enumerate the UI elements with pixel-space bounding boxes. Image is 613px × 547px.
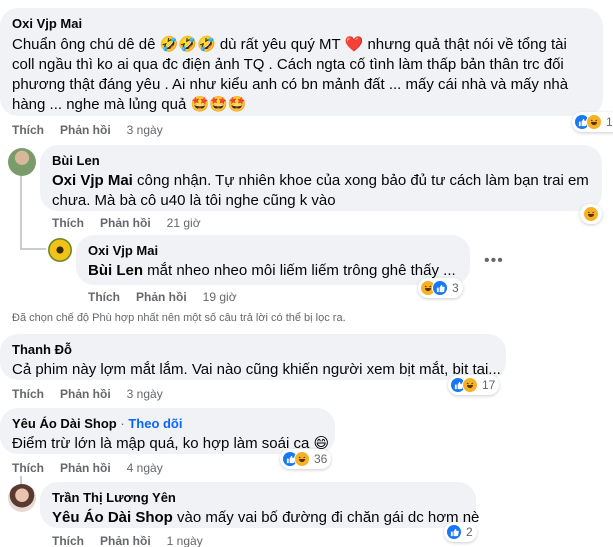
comment-bubble: Yêu Áo Dài Shop · Theo dõi Điểm trừ lớn …	[0, 408, 335, 454]
comment-author[interactable]: Oxi Vjp Mai	[88, 243, 458, 259]
reaction-count: 17	[482, 378, 496, 392]
thread-line	[20, 248, 46, 250]
more-options-icon[interactable]: •••	[484, 252, 504, 270]
avatar[interactable]	[8, 484, 36, 512]
reaction-count: 2	[466, 525, 473, 539]
comment-author[interactable]: Oxi Vjp Mai	[12, 16, 591, 32]
comment-actions: Thích Phản hồi 4 ngày	[12, 461, 163, 475]
reply-button[interactable]: Phản hồi	[100, 216, 151, 230]
comment-bubble: Trần Thị Lương Yên Yêu Áo Dài Shop vào m…	[40, 482, 479, 528]
like-button[interactable]: Thích	[52, 534, 84, 547]
comment-bubble: Thanh Đỗ Cả phim này lợm mắt lắm. Vai nà…	[0, 334, 506, 380]
comment-author[interactable]: Yêu Áo Dài Shop	[12, 416, 117, 431]
avatar[interactable]	[8, 148, 36, 176]
like-button[interactable]: Thích	[12, 123, 44, 137]
reaction-summary[interactable]: 3	[418, 278, 463, 298]
comment-actions: Thích Phản hồi 19 giờ	[88, 290, 237, 304]
comment-time[interactable]: 1 ngày	[167, 534, 203, 547]
reaction-summary[interactable]: 16	[572, 112, 613, 132]
mention-tag[interactable]: Yêu Áo Dài Shop	[52, 509, 173, 526]
like-button[interactable]: Thích	[12, 461, 44, 475]
comment-author[interactable]: Thanh Đỗ	[12, 342, 494, 358]
haha-reaction-icon	[583, 206, 599, 222]
comment-actions: Thích Phản hồi 3 ngày	[12, 123, 163, 137]
reply-button[interactable]: Phản hồi	[136, 290, 187, 304]
comment-bubble: Bùi Len Oxi Vjp Mai công nhận. Tự nhiên …	[40, 145, 602, 211]
comment-bubble: Oxi Vjp Mai Chuẩn ông chú dê dê 🤣🤣🤣 dù r…	[0, 8, 603, 116]
reply-button[interactable]: Phản hồi	[60, 387, 111, 401]
comment-actions: Thích Phản hồi 21 giờ	[52, 216, 201, 230]
comment-actions: Thích Phản hồi 3 ngày	[12, 387, 163, 401]
comment-time[interactable]: 3 ngày	[127, 387, 163, 401]
reply-button[interactable]: Phản hồi	[60, 123, 111, 137]
comment-time[interactable]: 3 ngày	[127, 123, 163, 137]
comment-bubble: Oxi Vjp Mai Bùi Len mắt nheo nheo môi li…	[76, 235, 470, 285]
reaction-summary[interactable]: 17	[448, 375, 500, 395]
comment-time[interactable]: 4 ngày	[127, 461, 163, 475]
comment-time[interactable]: 21 giờ	[167, 216, 201, 230]
reaction-count: 36	[314, 452, 328, 466]
reaction-summary[interactable]	[580, 204, 602, 224]
haha-reaction-icon	[462, 377, 478, 393]
haha-reaction-icon	[294, 451, 310, 467]
filter-note: Đã chọn chế độ Phù hợp nhất nên một số c…	[12, 312, 346, 324]
like-button[interactable]: Thích	[12, 387, 44, 401]
mention-tag[interactable]: Bùi Len	[88, 262, 143, 279]
like-reaction-icon	[446, 524, 462, 540]
comment-author[interactable]: Trần Thị Lương Yên	[52, 490, 464, 506]
like-reaction-icon	[432, 280, 448, 296]
comment-author[interactable]: Bùi Len	[52, 153, 590, 169]
comment-text: mắt nheo nheo môi liếm liếm trông ghê th…	[143, 262, 456, 279]
reply-button[interactable]: Phản hồi	[100, 534, 151, 547]
reply-button[interactable]: Phản hồi	[60, 461, 111, 475]
comment-text: Cả phim này lợm mắt lắm. Vai nào cũng kh…	[12, 361, 501, 378]
reaction-summary[interactable]: 36	[280, 449, 332, 469]
comment-text: Điểm trừ lớn là mập quá, ko hợp làm soái…	[12, 435, 330, 452]
comment-text: công nhận. Tự nhiên khoe của xong bảo đủ…	[52, 172, 589, 209]
like-button[interactable]: Thích	[88, 290, 120, 304]
follow-button[interactable]: Theo dõi	[128, 416, 182, 431]
avatar[interactable]	[48, 238, 72, 262]
reaction-count: 16	[606, 115, 613, 129]
comment-actions: Thích Phản hồi 1 ngày	[52, 534, 203, 547]
comment-text: Chuẩn ông chú dê dê 🤣🤣🤣 dù rất yêu quý M…	[12, 36, 569, 113]
comment-time[interactable]: 19 giờ	[203, 290, 237, 304]
haha-reaction-icon	[586, 114, 602, 130]
reaction-summary[interactable]: 2	[444, 522, 477, 542]
reaction-count: 3	[452, 281, 459, 295]
comment-text: vào mấy vai bố đường đi chăn gái dc hơm …	[172, 509, 480, 526]
mention-tag[interactable]: Oxi Vjp Mai	[52, 172, 133, 189]
like-button[interactable]: Thích	[52, 216, 84, 230]
